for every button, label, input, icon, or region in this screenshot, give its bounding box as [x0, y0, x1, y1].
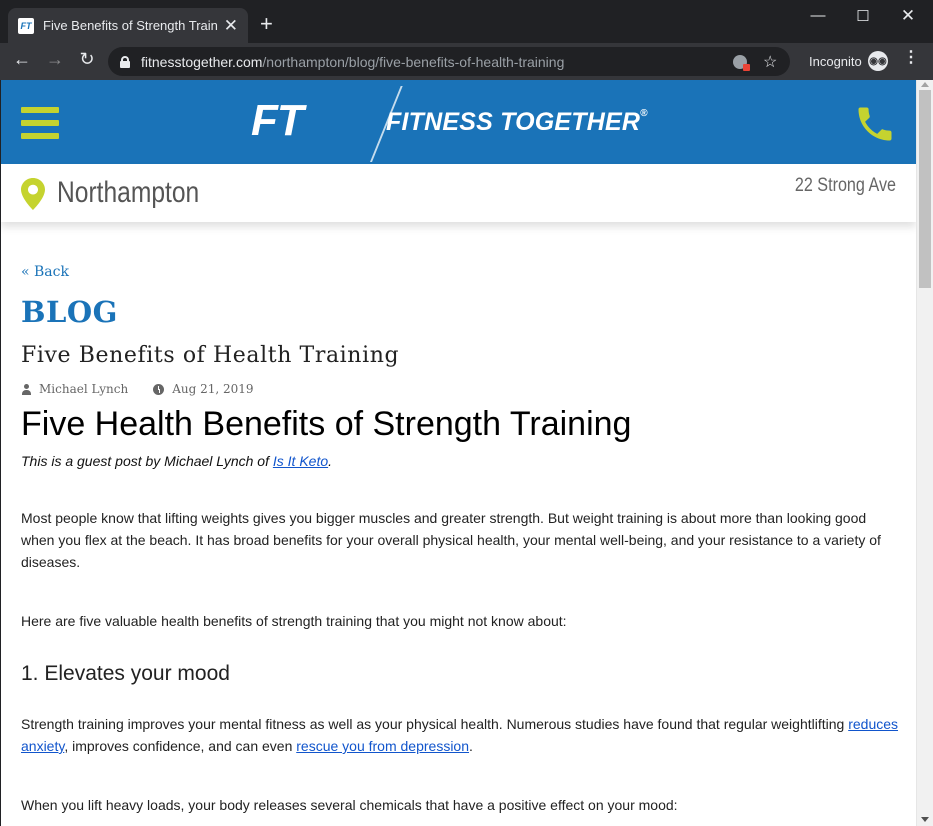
- minimize-icon[interactable]: —: [803, 7, 833, 24]
- page-viewport: FT FITNESS TOGETHER® Northampton 22 Stro…: [1, 80, 916, 826]
- guest-post-note: This is a guest post by Michael Lynch of…: [21, 453, 333, 469]
- article-heading: Five Health Benefits of Strength Trainin…: [21, 405, 632, 443]
- post-title: Five Benefits of Health Training: [21, 343, 400, 368]
- tab-strip: FT Five Benefits of Strength Training ✕ …: [0, 0, 933, 43]
- site-header: FT FITNESS TOGETHER®: [1, 80, 916, 164]
- back-link[interactable]: « Back: [21, 264, 69, 280]
- user-icon: [21, 383, 32, 395]
- paragraph-mood: Strength training improves your mental f…: [21, 716, 899, 754]
- tab-close-icon[interactable]: ✕: [224, 17, 238, 34]
- cookie-blocked-icon[interactable]: [733, 55, 750, 71]
- paragraph-intro: Most people know that lifting weights gi…: [21, 510, 881, 570]
- scroll-up-arrow-icon[interactable]: [921, 82, 929, 87]
- lock-icon: [120, 55, 130, 68]
- site-favicon-icon: FT: [18, 17, 34, 34]
- hamburger-menu-icon[interactable]: [21, 107, 59, 141]
- incognito-icon[interactable]: ◉◉: [868, 51, 888, 71]
- paragraph-chemicals: When you lift heavy loads, your body rel…: [21, 797, 678, 813]
- fitness-together-logo[interactable]: FT FITNESS TOGETHER®: [251, 86, 671, 162]
- subheading-mood: 1. Elevates your mood: [21, 662, 230, 685]
- incognito-label: Incognito: [809, 54, 862, 69]
- forward-arrow-icon[interactable]: →: [43, 49, 67, 70]
- browser-menu-icon[interactable]: ⋮: [903, 50, 919, 66]
- back-arrow-icon[interactable]: ←: [10, 49, 34, 70]
- location-address[interactable]: 22 Strong Ave: [795, 175, 896, 197]
- active-tab[interactable]: FT Five Benefits of Strength Training ✕: [8, 8, 248, 43]
- scroll-down-arrow-icon[interactable]: [921, 817, 929, 822]
- browser-toolbar: ← → ↻ fitnesstogether.com/northampton/bl…: [0, 43, 933, 80]
- new-tab-icon[interactable]: +: [260, 13, 273, 35]
- author-name: Michael Lynch: [39, 382, 129, 396]
- paragraph-list-intro: Here are five valuable health benefits o…: [21, 613, 567, 629]
- scroll-thumb[interactable]: [919, 90, 931, 288]
- clock-icon: [153, 383, 165, 395]
- maximize-icon[interactable]: ☐: [848, 7, 878, 25]
- section-title: BLOG: [21, 295, 118, 329]
- bookmark-star-icon[interactable]: ☆: [763, 52, 777, 72]
- post-meta: Michael Lynch Aug 21, 2019: [21, 382, 254, 396]
- page-scrollbar[interactable]: [916, 80, 933, 826]
- location-name[interactable]: Northampton: [57, 176, 199, 210]
- address-bar[interactable]: fitnesstogether.com/northampton/blog/fiv…: [108, 47, 790, 76]
- location-pin-icon: [21, 178, 45, 210]
- url-text: fitnesstogether.com/northampton/blog/fiv…: [141, 53, 565, 70]
- is-it-keto-link[interactable]: Is It Keto: [273, 453, 328, 469]
- phone-icon[interactable]: [853, 102, 897, 146]
- rescue-from-depression-link[interactable]: rescue you from depression: [296, 738, 469, 754]
- logo-wordmark: FITNESS TOGETHER®: [386, 108, 648, 136]
- tab-title: Five Benefits of Strength Training: [43, 18, 218, 33]
- location-bar: Northampton 22 Strong Ave: [1, 164, 916, 222]
- logo-mark: FT: [251, 96, 304, 145]
- window-close-icon[interactable]: ✕: [893, 6, 923, 26]
- reload-icon[interactable]: ↻: [75, 49, 99, 70]
- post-date: Aug 21, 2019: [172, 382, 254, 396]
